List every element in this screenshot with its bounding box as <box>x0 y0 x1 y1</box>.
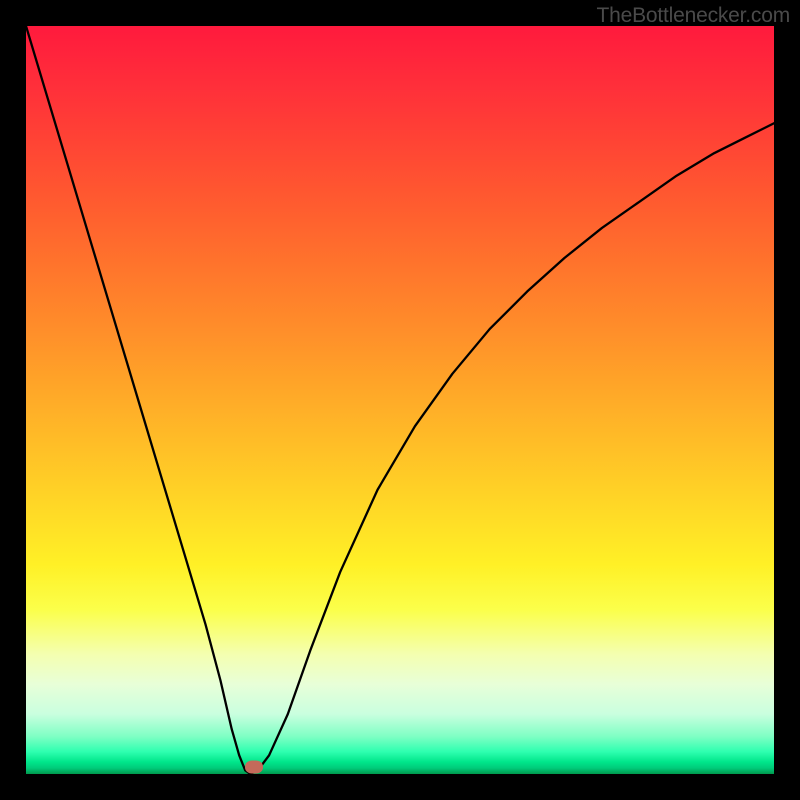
chart-frame: TheBottlenecker.com <box>0 0 800 800</box>
bottleneck-curve <box>26 26 774 774</box>
optimal-point-marker <box>245 760 263 773</box>
watermark-text: TheBottlenecker.com <box>597 4 790 28</box>
plot-area <box>26 26 774 774</box>
